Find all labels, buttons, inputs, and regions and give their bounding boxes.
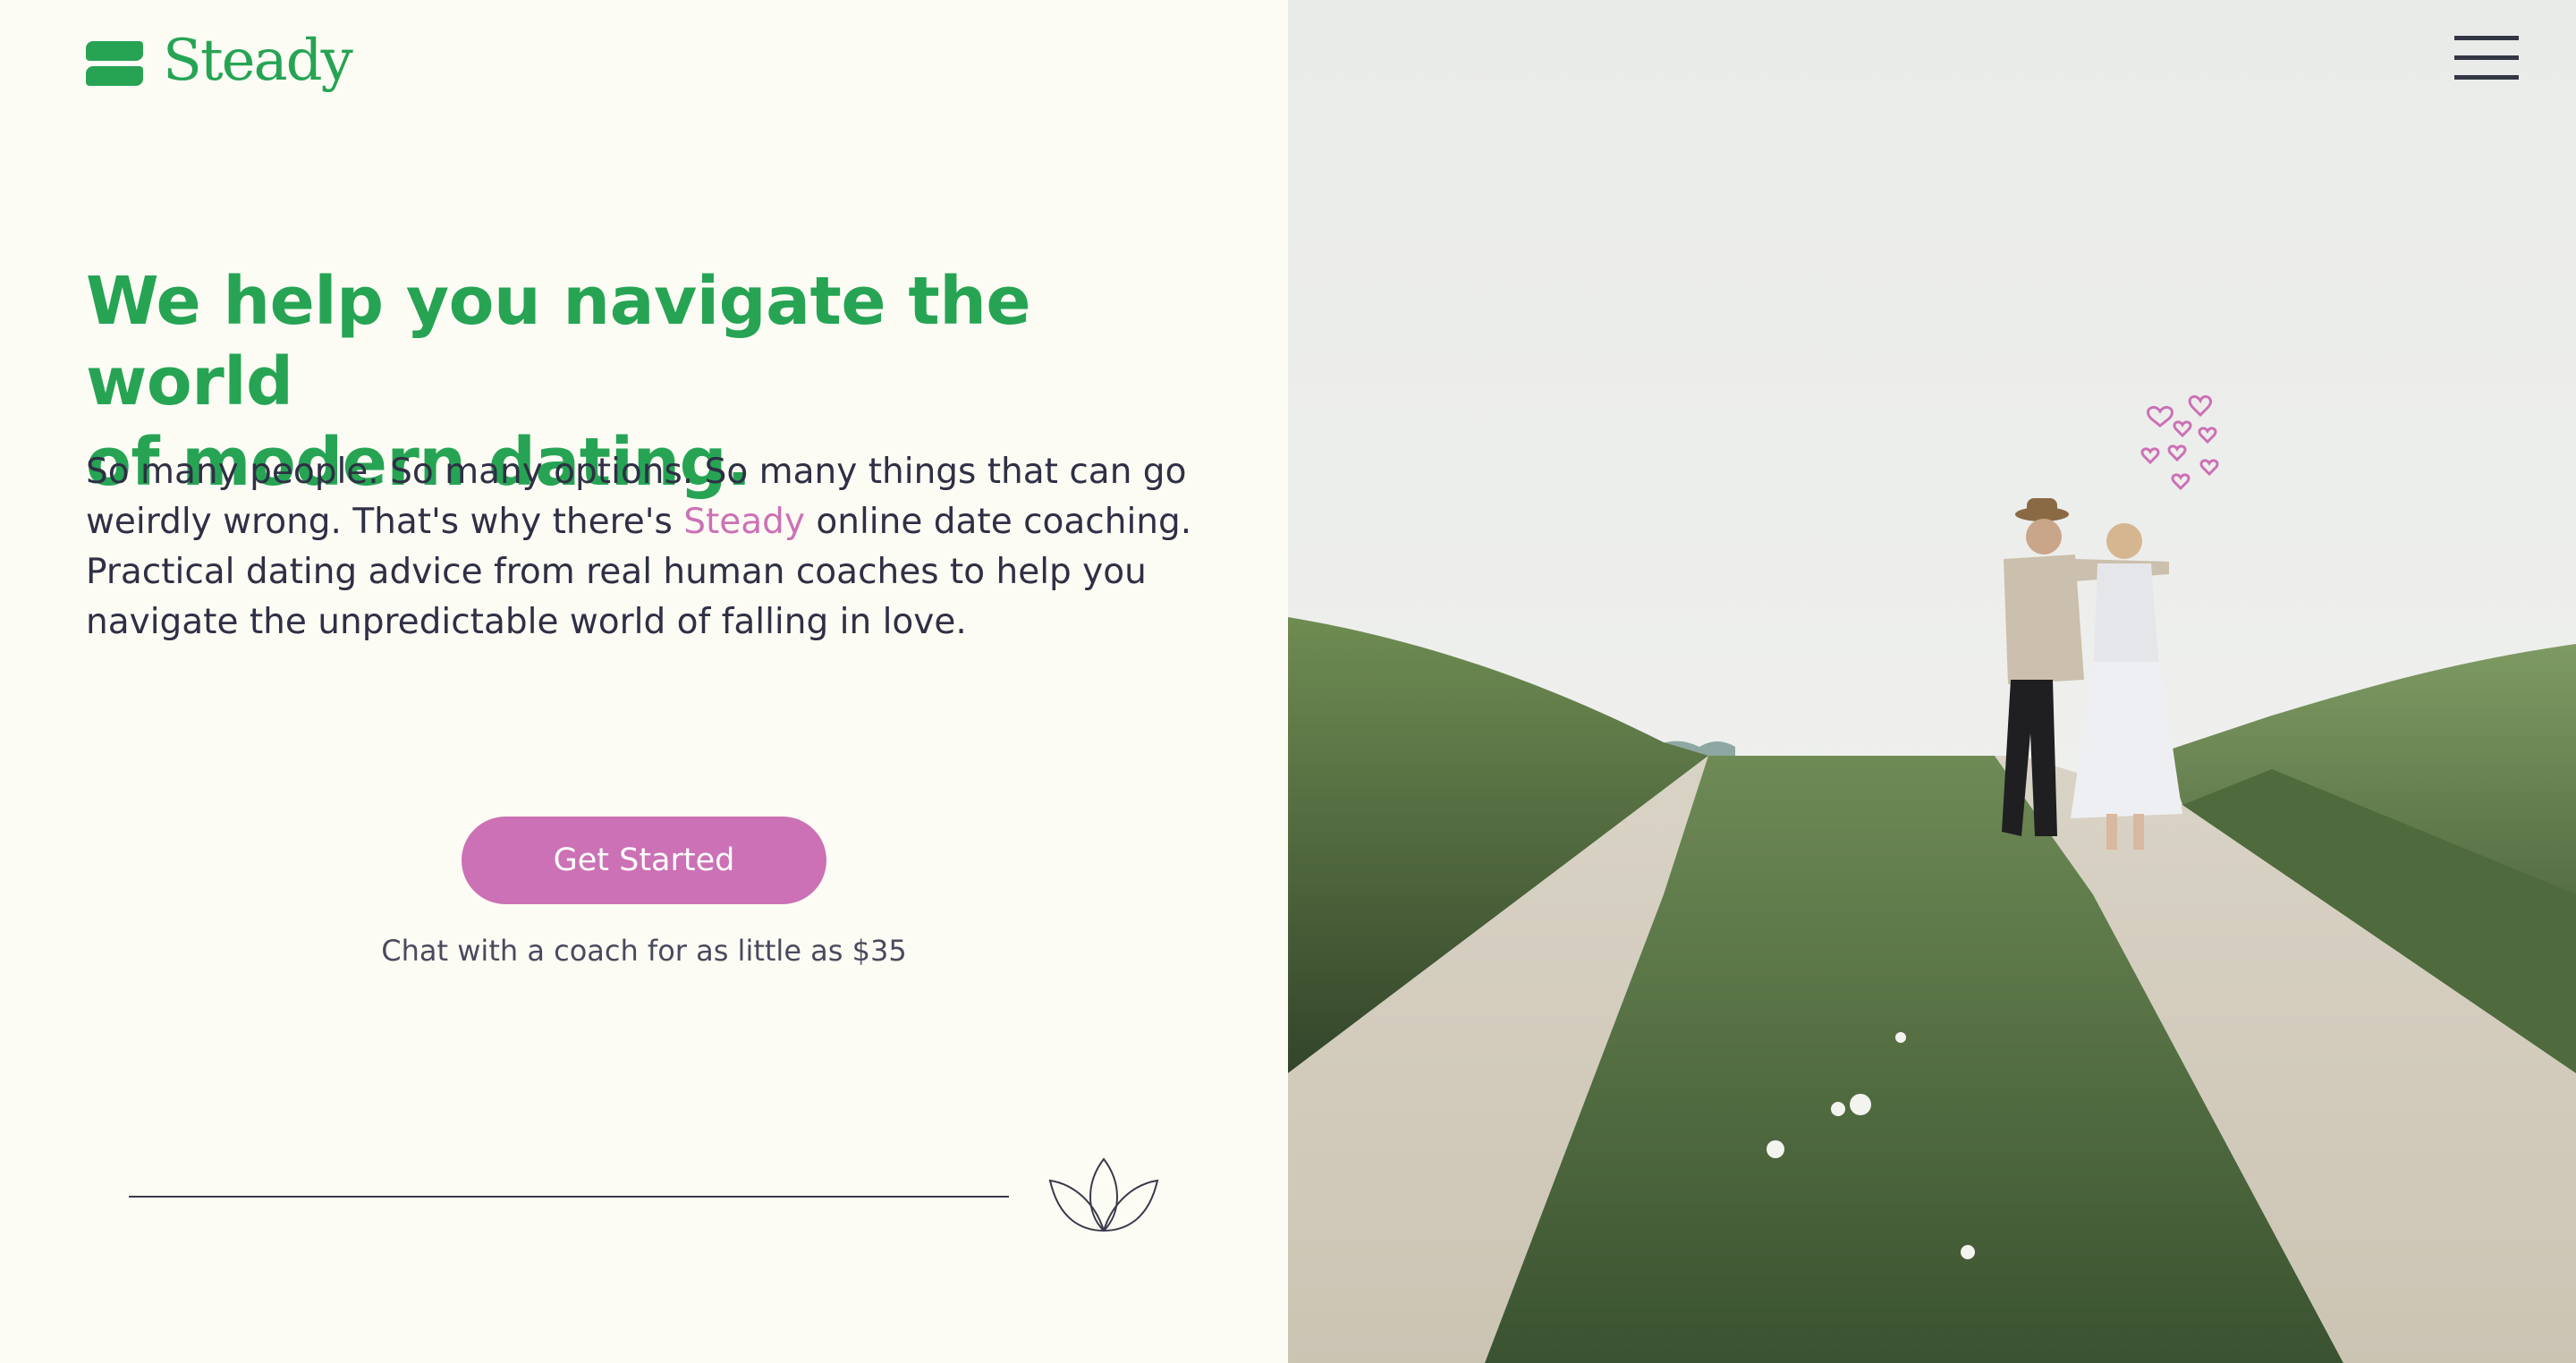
divider-line — [129, 1196, 1009, 1198]
description-brand-highlight: Steady — [683, 502, 805, 542]
lotus-icon — [1048, 1157, 1159, 1232]
hearts-doodle-icon — [2140, 395, 2219, 491]
pricing-note: Chat with a coach for as little as $35 — [381, 934, 907, 968]
hero-description: So many people. So many options. So many… — [86, 447, 1231, 648]
logo-mark-icon — [86, 36, 143, 86]
logo[interactable]: Steady — [86, 28, 353, 94]
hamburger-menu-icon[interactable] — [2454, 32, 2519, 86]
logo-text: Steady — [163, 28, 353, 94]
get-started-button[interactable]: Get Started — [462, 817, 826, 904]
couple-walking-on-path-photo — [1288, 0, 2576, 1363]
headline-line-1: We help you navigate the world — [86, 263, 1031, 420]
hero-panel: Steady We help you navigate the world of… — [0, 0, 1288, 1363]
